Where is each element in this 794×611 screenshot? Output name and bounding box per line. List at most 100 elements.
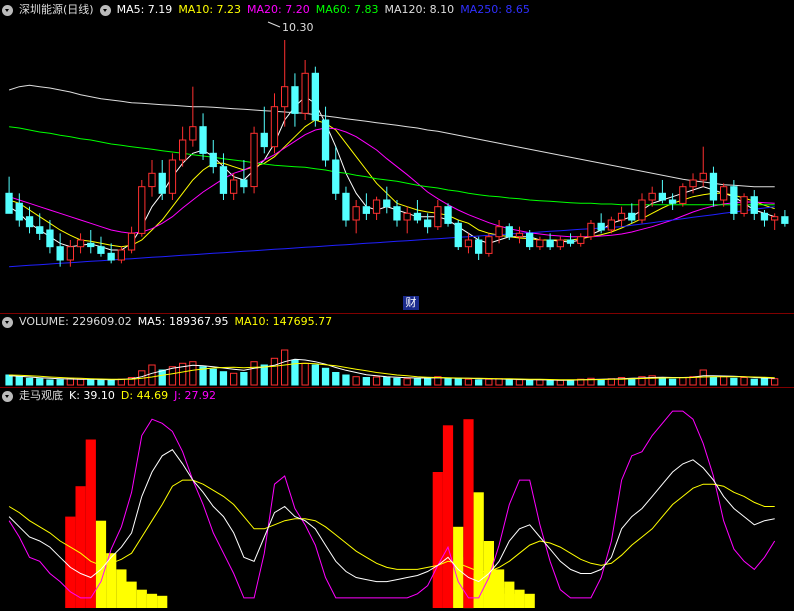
ma10-label: MA10: 7.23 — [178, 3, 242, 16]
candle-up — [536, 239, 544, 248]
candle-down — [56, 246, 64, 261]
candle-up — [771, 216, 779, 221]
signal-bar — [136, 589, 147, 608]
signal-bar — [463, 419, 474, 608]
ma5-line — [8, 96, 775, 251]
candle-down — [209, 152, 217, 168]
candle-down — [240, 179, 248, 188]
collapse-icon[interactable] — [2, 4, 13, 16]
candle-down — [597, 222, 605, 231]
volume-ma5-line — [9, 358, 775, 381]
volume-bar — [158, 369, 166, 386]
signal-bar — [146, 593, 158, 608]
candle-up — [352, 206, 360, 221]
volume-legend: VOLUME: 229609.02 MA5: 189367.95 MA10: 1… — [2, 314, 332, 330]
signal-bar — [453, 526, 464, 608]
volume-bar — [760, 377, 769, 386]
candle-up — [720, 186, 728, 201]
volume-bar — [342, 374, 350, 386]
candle-up — [587, 222, 595, 238]
candle-up — [464, 239, 473, 248]
collapse-icon[interactable] — [2, 390, 13, 402]
volume-bar — [36, 378, 44, 386]
candle-down — [709, 172, 718, 201]
candle-down — [658, 192, 667, 201]
ma10-line — [8, 119, 775, 248]
d-label: D: 44.69 — [120, 389, 169, 402]
volume-bar — [556, 379, 565, 386]
candle-up — [648, 192, 656, 201]
signal-bar — [504, 581, 515, 608]
candle-down — [97, 246, 105, 254]
collapse-icon[interactable] — [2, 316, 13, 328]
volume-bar — [515, 379, 524, 386]
volume-bar — [424, 377, 432, 386]
candle-up — [127, 232, 136, 251]
stock-chart[interactable]: 10.30 — [0, 0, 794, 611]
ma120-line — [8, 84, 775, 188]
volume-bar — [597, 379, 605, 386]
candle-down — [505, 226, 513, 238]
candle-down — [668, 199, 677, 204]
candle-up — [372, 199, 381, 214]
candle-down — [750, 196, 758, 214]
k-label: K: 39.10 — [69, 389, 115, 402]
candle-down — [566, 239, 575, 244]
candle-down — [781, 216, 789, 224]
candle-up — [117, 249, 125, 261]
vol-ma5-label: MA5: 189367.95 — [137, 315, 229, 328]
volume-bar — [526, 379, 534, 386]
ma120-label: MA120: 8.10 — [384, 3, 455, 16]
candle-down — [107, 252, 115, 261]
signal-bar — [514, 589, 525, 608]
volume-bar — [168, 366, 177, 386]
candle-up — [301, 72, 309, 114]
volume-bar — [76, 378, 85, 386]
ma60-label: MA60: 7.83 — [315, 3, 379, 16]
collapse-icon[interactable] — [99, 4, 111, 16]
candle-up — [76, 239, 85, 248]
candle-up — [577, 236, 585, 244]
candle-up — [434, 206, 442, 228]
candle-up — [689, 179, 697, 188]
volume-bar — [362, 377, 371, 386]
volume-panel — [5, 349, 779, 386]
candle-down — [413, 212, 422, 221]
volume-bar — [148, 364, 156, 386]
volume-bar — [495, 378, 503, 386]
volume-bar — [97, 379, 105, 386]
vol-ma10-label: MA10: 147695.77 — [234, 315, 333, 328]
candle-down — [760, 212, 769, 221]
candle-down — [199, 126, 207, 154]
volume-bar — [444, 378, 452, 386]
signal-bar — [116, 569, 127, 608]
candle-down — [475, 239, 483, 254]
volume-bar — [46, 379, 54, 386]
volume-bar — [230, 372, 238, 386]
candle-up — [230, 179, 238, 194]
kdj-panel — [8, 410, 776, 609]
volume-bar — [730, 377, 738, 386]
candle-down — [454, 222, 462, 248]
candle-down — [260, 132, 268, 148]
candle-up — [485, 236, 493, 254]
candle-up — [679, 186, 687, 204]
finance-badge[interactable]: 财 — [403, 296, 419, 310]
volume-bar — [750, 378, 758, 386]
volume-bar — [658, 377, 667, 386]
candle-down — [219, 166, 228, 194]
candle-down — [730, 186, 738, 214]
volume-bar — [668, 378, 677, 386]
candle-up — [270, 106, 279, 148]
signal-bar — [524, 593, 535, 608]
candle-down — [444, 206, 452, 224]
candle-down — [291, 86, 299, 114]
volume-bar — [413, 377, 422, 386]
volume-bar — [240, 372, 248, 386]
candle-up — [638, 199, 646, 221]
high-price-label: 10.30 — [282, 21, 314, 34]
volume-bar — [372, 376, 381, 386]
candle-down — [25, 216, 34, 228]
volume-bar — [352, 376, 360, 386]
candle-down — [87, 242, 95, 248]
